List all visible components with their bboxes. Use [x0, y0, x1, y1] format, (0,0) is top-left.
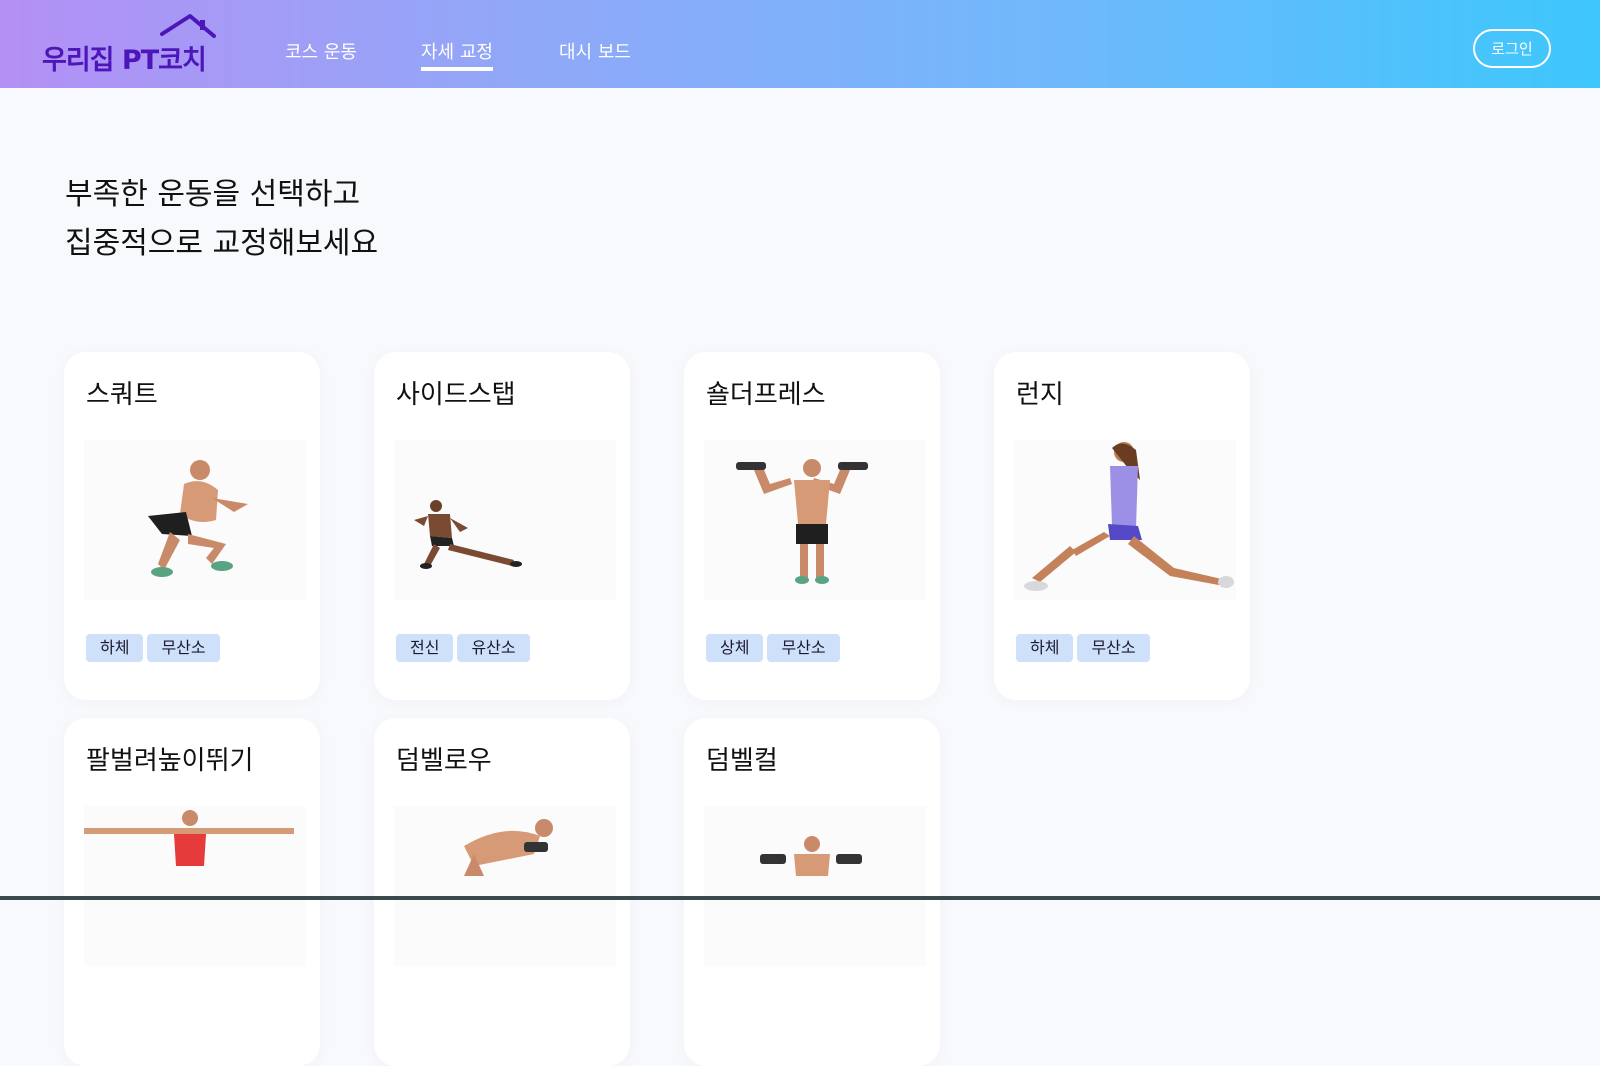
- tag: 하체: [1016, 634, 1074, 662]
- exercise-image-squat: [84, 440, 306, 600]
- exercise-image-dumbbell-row: [394, 806, 616, 966]
- logo-text: 우리집 PT코치: [42, 45, 207, 76]
- lunge-figure-icon: [1024, 442, 1234, 591]
- tag-list: 상체 무산소: [706, 634, 844, 662]
- headline-line-2: 집중적으로 교정해보세요: [65, 226, 379, 261]
- tag-list: 하체 무산소: [1016, 634, 1154, 662]
- card-title: 덤벨컬: [706, 746, 778, 776]
- tag: 무산소: [147, 634, 220, 662]
- window-bottom-edge: [0, 896, 1600, 900]
- card-title: 스쿼트: [86, 380, 158, 410]
- tag: 상체: [706, 634, 764, 662]
- card-title: 런지: [1016, 380, 1064, 410]
- house-roof-icon: [160, 14, 216, 38]
- login-button[interactable]: 로그인: [1473, 29, 1551, 68]
- exercise-card-squat[interactable]: 스쿼트 하체 무산소: [64, 352, 320, 700]
- exercise-card-shoulder-press[interactable]: 숄더프레스 상체 무산소: [684, 352, 940, 700]
- card-title: 덤벨로우: [396, 746, 492, 776]
- exercise-image-dumbbell-curl: [704, 806, 926, 966]
- side-step-figure-icon: [414, 500, 522, 569]
- tag-list: 전신 유산소: [396, 634, 534, 662]
- tag: 유산소: [457, 634, 530, 662]
- nav-posture-correction[interactable]: 자세 교정: [421, 38, 493, 71]
- tag: 하체: [86, 634, 144, 662]
- dumbbell-row-figure-icon: [464, 819, 553, 876]
- exercise-image-side-step: [394, 440, 616, 600]
- card-title: 숄더프레스: [706, 380, 826, 410]
- exercise-card-lunge[interactable]: 런지 하체 무산소: [994, 352, 1250, 700]
- logo[interactable]: 우리집 PT코치: [42, 8, 232, 78]
- nav-dashboard[interactable]: 대시 보드: [559, 38, 631, 64]
- exercise-image-shoulder-press: [704, 440, 926, 600]
- shoulder-press-figure-icon: [736, 459, 868, 584]
- exercise-card-dumbbell-row[interactable]: 덤벨로우: [374, 718, 630, 1066]
- exercise-card-jumping-jack[interactable]: 팔벌려높이뛰기: [64, 718, 320, 1066]
- jumping-jack-figure-icon: [84, 810, 294, 866]
- tag-list: 하체 무산소: [86, 634, 224, 662]
- squat-figure-icon: [148, 460, 248, 577]
- dumbbell-curl-figure-icon: [760, 836, 862, 876]
- exercise-card-side-step[interactable]: 사이드스탭 전신 유산소: [374, 352, 630, 700]
- page-headline: 부족한 운동을 선택하고 집중적으로 교정해보세요: [65, 170, 378, 268]
- headline-line-1: 부족한 운동을 선택하고: [65, 177, 361, 212]
- exercise-image-jumping-jack: [84, 806, 306, 966]
- top-nav-bar: 우리집 PT코치 코스 운동 자세 교정 대시 보드 로그인: [0, 0, 1600, 88]
- card-title: 사이드스탭: [396, 380, 516, 410]
- exercise-card-dumbbell-curl[interactable]: 덤벨컬: [684, 718, 940, 1066]
- exercise-image-lunge: [1014, 440, 1236, 600]
- tag: 전신: [396, 634, 454, 662]
- nav-course-exercise[interactable]: 코스 운동: [285, 38, 357, 64]
- tag: 무산소: [1077, 634, 1150, 662]
- card-title: 팔벌려높이뛰기: [86, 746, 254, 776]
- tag: 무산소: [767, 634, 840, 662]
